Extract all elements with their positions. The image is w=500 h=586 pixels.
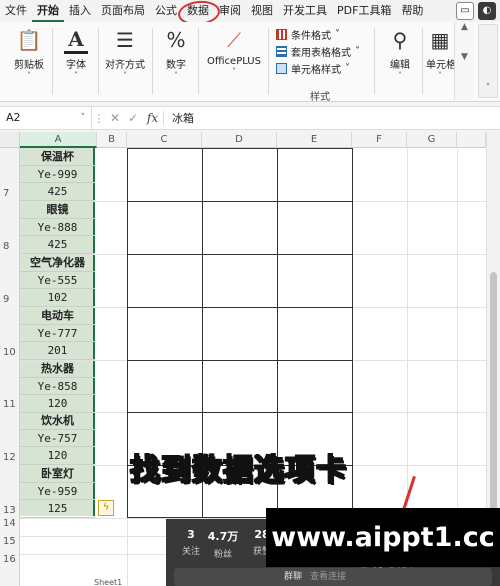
menu-home[interactable]: 开始 [32, 0, 64, 22]
quick-analysis-icon[interactable]: ϟ [98, 500, 114, 516]
clipboard-icon: 📋 [16, 28, 42, 52]
formula-bar: A2 ˅ ⋮ ✕ ✓ fx 冰箱 [0, 106, 500, 130]
menu-bar: 文件 开始 插入 页面布局 公式 数据 审阅 视图 开发工具 PDF工具箱 帮助… [0, 0, 500, 22]
product-code-cell[interactable]: Ye-555 [20, 272, 95, 289]
clipboard-button[interactable]: 📋 剪贴板 ˅ [10, 26, 48, 80]
column-header-d[interactable]: D [202, 132, 277, 148]
product-name-cell[interactable]: 电动车 [20, 307, 95, 325]
menu-data[interactable]: 数据 [182, 0, 214, 22]
menu-file[interactable]: 文件 [0, 0, 32, 22]
conditional-format-button[interactable]: 条件格式 ˅ [276, 26, 360, 43]
product-code-cell[interactable]: Ye-777 [20, 325, 95, 342]
product-code-cell[interactable]: Ye-959 [20, 483, 95, 500]
video-caption: 找到数据选项卡 [129, 452, 347, 489]
product-qty-cell[interactable]: 125 [20, 500, 95, 518]
number-button[interactable]: % 数字 ˅ [158, 26, 194, 80]
row-header[interactable]: 9 [0, 254, 20, 307]
row-header[interactable]: 15 [0, 536, 20, 554]
row-header[interactable]: 16 [0, 554, 20, 586]
product-name-cell[interactable]: 空气净化器 [20, 254, 95, 272]
alignment-icon: ☰ [116, 28, 134, 52]
column-header-a[interactable]: A [20, 132, 97, 148]
product-name-cell[interactable]: 眼镜 [20, 201, 95, 219]
chevron-down-icon: ˅ [80, 113, 86, 123]
product-qty-cell[interactable]: 425 [20, 183, 95, 201]
product-code-cell[interactable]: Ye-858 [20, 378, 95, 395]
alignment-button[interactable]: ☰ 对齐方式 ˅ [102, 26, 148, 80]
product-code-cell[interactable]: Ye-888 [20, 219, 95, 236]
menu-formulas[interactable]: 公式 [150, 0, 182, 22]
column-header-g[interactable]: G [407, 132, 457, 148]
sheet-tab[interactable]: Sheet1 [94, 578, 122, 586]
table-format-icon [276, 46, 287, 57]
conditional-format-icon [276, 29, 287, 40]
product-qty-cell[interactable]: 425 [20, 236, 95, 254]
percent-icon: % [166, 28, 186, 52]
product-name-cell[interactable]: 保温杯 [20, 148, 95, 166]
insert-function-button[interactable]: fx [142, 111, 164, 125]
column-header-b[interactable]: B [97, 132, 127, 148]
more-icon: ⋮ [93, 111, 105, 125]
row-header[interactable]: 12 [0, 412, 20, 465]
comment-icon[interactable]: ▭ [456, 2, 474, 20]
product-name-cell[interactable]: 卧室灯 [20, 465, 95, 483]
ribbon-collapse-button[interactable]: ˅ [478, 24, 498, 98]
editing-button[interactable]: ⚲ 编辑 ˅ [382, 26, 418, 80]
product-name-cell[interactable]: 饮水机 [20, 412, 95, 430]
formula-input[interactable]: 冰箱 [164, 110, 194, 126]
font-icon: A [64, 26, 88, 54]
search-icon: ⚲ [392, 28, 408, 52]
product-qty-cell[interactable]: 120 [20, 447, 95, 465]
row-header[interactable]: 7 [0, 148, 20, 201]
cell-style-icon [276, 63, 287, 74]
menu-help[interactable]: 帮助 [396, 0, 428, 22]
column-header-c[interactable]: C [127, 132, 202, 148]
product-name-cell[interactable]: 热水器 [20, 360, 95, 378]
officeplus-icon: ⟋ [227, 28, 241, 52]
menu-view[interactable]: 视图 [246, 0, 278, 22]
column-header-f[interactable]: F [352, 132, 407, 148]
account-icon[interactable]: ◐ [478, 2, 496, 20]
cell-style-button[interactable]: 单元格样式 ˅ [276, 60, 360, 77]
ribbon: 📋 剪贴板 ˅ A 字体 ˅ ☰ 对齐方式 ˅ % 数字 ˅ ⟋ OfficeP… [0, 22, 500, 103]
styles-group-label: 样式 [310, 92, 330, 103]
menu-pdf-tools[interactable]: PDF工具箱 [332, 0, 396, 22]
row-header[interactable]: 13 [0, 465, 20, 518]
product-qty-cell[interactable]: 120 [20, 395, 95, 413]
row-header[interactable]: 8 [0, 201, 20, 254]
group-chat-bar[interactable]: 群聊 查看连接 [174, 568, 492, 586]
row-header[interactable]: 11 [0, 360, 20, 412]
table-format-button[interactable]: 套用表格格式 ˅ [276, 43, 360, 60]
menu-page-layout[interactable]: 页面布局 [96, 0, 150, 22]
column-header-e[interactable]: E [277, 132, 352, 148]
menu-insert[interactable]: 插入 [64, 0, 96, 22]
menu-developer[interactable]: 开发工具 [278, 0, 332, 22]
cancel-icon[interactable]: ✕ [106, 111, 124, 125]
ribbon-scroll[interactable]: ▲ ▼ [454, 22, 474, 100]
font-button[interactable]: A 字体 ˅ [58, 26, 94, 80]
product-code-cell[interactable]: Ye-999 [20, 166, 95, 183]
officeplus-button[interactable]: ⟋ OfficePLUS ˅ [204, 26, 264, 76]
select-all-corner[interactable] [0, 132, 20, 148]
row-header[interactable]: 10 [0, 307, 20, 360]
product-qty-cell[interactable]: 102 [20, 289, 95, 307]
styles-group: 条件格式 ˅ 套用表格格式 ˅ 单元格样式 ˅ [276, 26, 360, 77]
cells-icon: ▦ [430, 28, 450, 52]
product-code-cell[interactable]: Ye-757 [20, 430, 95, 447]
product-qty-cell[interactable]: 201 [20, 342, 95, 360]
cells-button[interactable]: ▦ 单元格 ˅ [426, 26, 454, 80]
row-header[interactable]: 14 [0, 518, 20, 536]
stat-fans: 4.7万 粉丝 [207, 530, 239, 560]
watermark: www.aippt1.cc [266, 508, 500, 567]
stat-follow: 3 关注 [181, 528, 200, 557]
column-header-more[interactable] [457, 132, 486, 148]
name-box[interactable]: A2 ˅ [0, 107, 92, 129]
confirm-icon[interactable]: ✓ [124, 111, 142, 125]
